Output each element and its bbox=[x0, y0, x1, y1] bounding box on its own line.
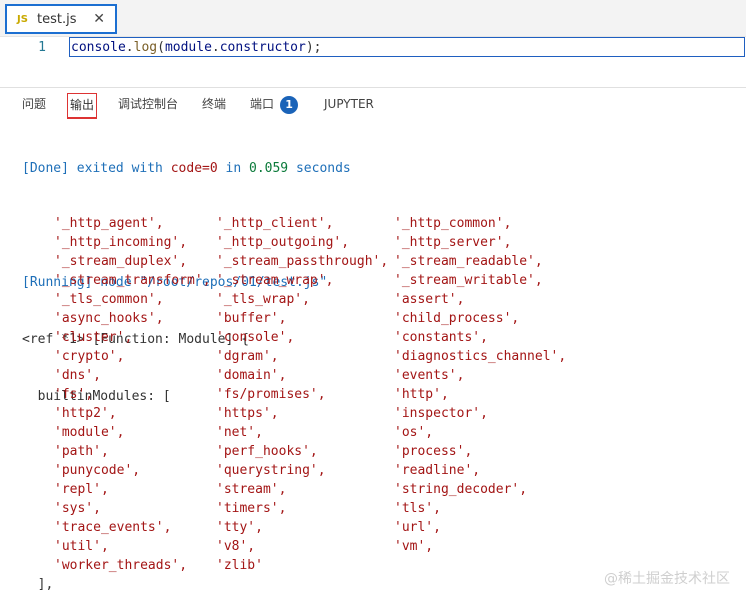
module-name: 'cluster', bbox=[54, 330, 133, 345]
line-number: 1 bbox=[38, 40, 46, 55]
module-name: 'events', bbox=[394, 368, 465, 383]
panel-divider bbox=[0, 87, 746, 88]
module-name: 'domain', bbox=[216, 368, 287, 383]
module-name: 'worker_threads', bbox=[54, 558, 188, 573]
module-name: 'http2', bbox=[54, 406, 117, 421]
module-name: '_stream_transform', bbox=[54, 273, 211, 288]
tab-jupyter[interactable]: JUPYTER bbox=[324, 93, 374, 119]
module-name: 'stream', bbox=[216, 482, 287, 497]
seconds-unit: seconds bbox=[288, 161, 351, 176]
module-name: 'constants', bbox=[394, 330, 488, 345]
module-name: 'tty', bbox=[216, 520, 263, 535]
elapsed-seconds: 0.059 bbox=[249, 161, 289, 176]
module-name: '_stream_readable', bbox=[394, 254, 543, 269]
code-token-constructor: constructor bbox=[219, 40, 306, 55]
tab-test-js[interactable]: JS test.js ✕ bbox=[5, 4, 117, 34]
module-name: '_tls_common', bbox=[54, 292, 164, 307]
module-name: '_http_common', bbox=[394, 216, 512, 231]
module-name: 'sys', bbox=[54, 501, 101, 516]
tab-file-name: test.js bbox=[37, 11, 77, 27]
module-name: '_http_outgoing', bbox=[216, 235, 350, 250]
code-token-close-paren: ); bbox=[305, 40, 322, 55]
exit-code: code=0 bbox=[170, 161, 218, 176]
module-name: 'inspector', bbox=[394, 406, 488, 421]
module-name: 'process', bbox=[394, 444, 473, 459]
module-name: 'punycode', bbox=[54, 463, 141, 478]
module-name: 'dns', bbox=[54, 368, 101, 383]
panel-tab-bar: 问题 输出 调试控制台 终端 端口 1 JUPYTER bbox=[0, 93, 746, 119]
module-name: 'trace_events', bbox=[54, 520, 172, 535]
closing-bracket: ], bbox=[22, 577, 54, 592]
module-name: 'zlib' bbox=[216, 558, 263, 573]
editor-tab-bar: JS test.js ✕ bbox=[0, 0, 746, 37]
module-name: 'dgram', bbox=[216, 349, 279, 364]
tab-problems[interactable]: 问题 bbox=[22, 93, 46, 119]
module-name: 'fs/promises', bbox=[216, 387, 326, 402]
module-name: 'repl', bbox=[54, 482, 109, 497]
module-name: 'fs', bbox=[54, 387, 94, 402]
module-name: '_stream_passthrough', bbox=[216, 254, 389, 269]
close-tab-icon[interactable]: ✕ bbox=[93, 12, 105, 26]
done-in: in bbox=[217, 161, 249, 176]
tab-ports-label: 端口 bbox=[250, 97, 275, 111]
module-name: 'string_decoder', bbox=[394, 482, 528, 497]
module-name: 'querystring', bbox=[216, 463, 326, 478]
module-name: 'util', bbox=[54, 539, 109, 554]
code-token-module: module bbox=[164, 40, 212, 55]
ports-count-badge: 1 bbox=[280, 95, 299, 114]
code-token-open-paren: ( bbox=[157, 40, 165, 55]
module-name: 'vm', bbox=[394, 539, 434, 554]
module-name: 'perf_hooks', bbox=[216, 444, 318, 459]
code-token-dot: . bbox=[125, 40, 134, 55]
tab-terminal[interactable]: 终端 bbox=[202, 93, 226, 119]
code-token-console: console bbox=[71, 40, 126, 55]
module-name: '_tls_wrap', bbox=[216, 292, 310, 307]
done-text: exited with bbox=[68, 161, 171, 176]
module-name: 'child_process', bbox=[394, 311, 520, 326]
module-name: 'console', bbox=[216, 330, 295, 345]
done-line: [Done] exited with code=0 in 0.059 secon… bbox=[22, 159, 351, 178]
module-name: '_stream_duplex', bbox=[54, 254, 188, 269]
watermark: @稀土掘金技术社区 bbox=[604, 571, 730, 587]
module-name: 'crypto', bbox=[54, 349, 125, 364]
module-name: 'assert', bbox=[394, 292, 465, 307]
tab-debug-console[interactable]: 调试控制台 bbox=[118, 93, 178, 119]
module-name: '_stream_writable', bbox=[394, 273, 543, 288]
code-line[interactable]: console.log(module.constructor); bbox=[71, 39, 321, 57]
module-name: 'url', bbox=[394, 520, 441, 535]
module-name: 'readline', bbox=[394, 463, 481, 478]
module-name: 'v8', bbox=[216, 539, 256, 554]
module-name: 'net', bbox=[216, 425, 263, 440]
code-token-dot: . bbox=[211, 40, 220, 55]
module-name: 'buffer', bbox=[216, 311, 287, 326]
module-name: 'async_hooks', bbox=[54, 311, 164, 326]
module-name: '_http_agent', bbox=[54, 216, 164, 231]
module-name: '_http_client', bbox=[216, 216, 334, 231]
tab-output[interactable]: 输出 bbox=[67, 93, 98, 119]
tab-ports[interactable]: 端口 1 bbox=[250, 93, 299, 119]
module-name: 'diagnostics_channel', bbox=[394, 349, 567, 364]
module-name: 'timers', bbox=[216, 501, 287, 516]
module-name: 'path', bbox=[54, 444, 109, 459]
code-token-log: log bbox=[133, 40, 158, 55]
module-name: '_http_server', bbox=[394, 235, 512, 250]
javascript-file-icon: JS bbox=[17, 13, 28, 25]
module-name: 'module', bbox=[54, 425, 125, 440]
module-name: '_stream_wrap', bbox=[216, 273, 334, 288]
module-name: 'https', bbox=[216, 406, 279, 421]
code-editor[interactable]: 1 console.log(module.constructor); bbox=[0, 37, 746, 87]
done-tag: [Done] bbox=[22, 161, 69, 176]
module-name: 'tls', bbox=[394, 501, 441, 516]
module-name: 'http', bbox=[394, 387, 449, 402]
module-name: 'os', bbox=[394, 425, 434, 440]
module-name: '_http_incoming', bbox=[54, 235, 188, 250]
